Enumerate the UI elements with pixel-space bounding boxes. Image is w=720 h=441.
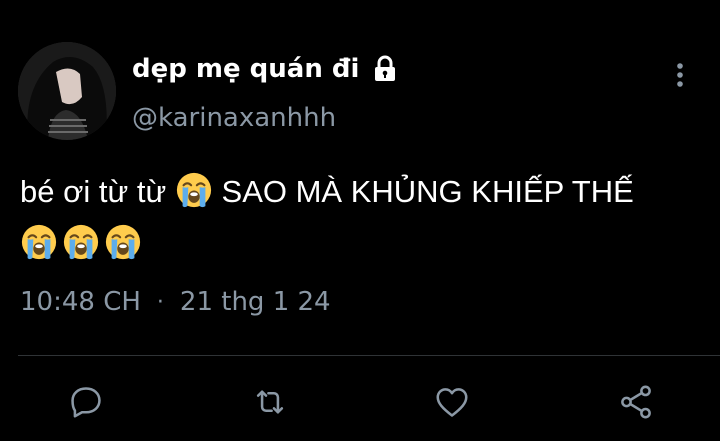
loudly-crying-face-icon — [175, 171, 213, 209]
tweet-time[interactable]: 10:48 CH — [20, 287, 141, 317]
display-name[interactable]: dẹp mẹ quán đi — [132, 54, 399, 84]
meta-separator: · — [156, 289, 164, 315]
tweet-text-part2: SAO MÀ KHỦNG KHIẾP THẾ — [221, 174, 634, 209]
loudly-crying-face-icon — [104, 223, 142, 261]
display-name-text: dẹp mẹ quán đi — [132, 54, 360, 84]
reply-icon[interactable] — [64, 380, 108, 424]
tweet-text-part1: bé ơi từ từ — [20, 174, 167, 209]
loudly-crying-face-icon — [62, 223, 100, 261]
tweet-date[interactable]: 21 thg 1 24 — [180, 287, 331, 317]
retweet-icon[interactable] — [248, 380, 292, 424]
lock-icon — [371, 55, 399, 83]
heart-icon[interactable] — [430, 380, 474, 424]
emoji-row — [20, 218, 710, 270]
share-icon[interactable] — [614, 380, 658, 424]
tweet-meta: 10:48 CH · 21 thg 1 24 — [20, 287, 331, 317]
more-vertical-icon[interactable] — [670, 60, 690, 92]
action-bar — [0, 380, 720, 424]
user-handle[interactable]: @karinaxanhhh — [132, 103, 336, 133]
divider — [18, 355, 720, 356]
loudly-crying-face-icon — [20, 223, 58, 261]
avatar[interactable] — [18, 42, 116, 140]
tweet-text: bé ơi từ từ SAO MÀ KHỦNG KHIẾP THẾ — [20, 166, 710, 270]
